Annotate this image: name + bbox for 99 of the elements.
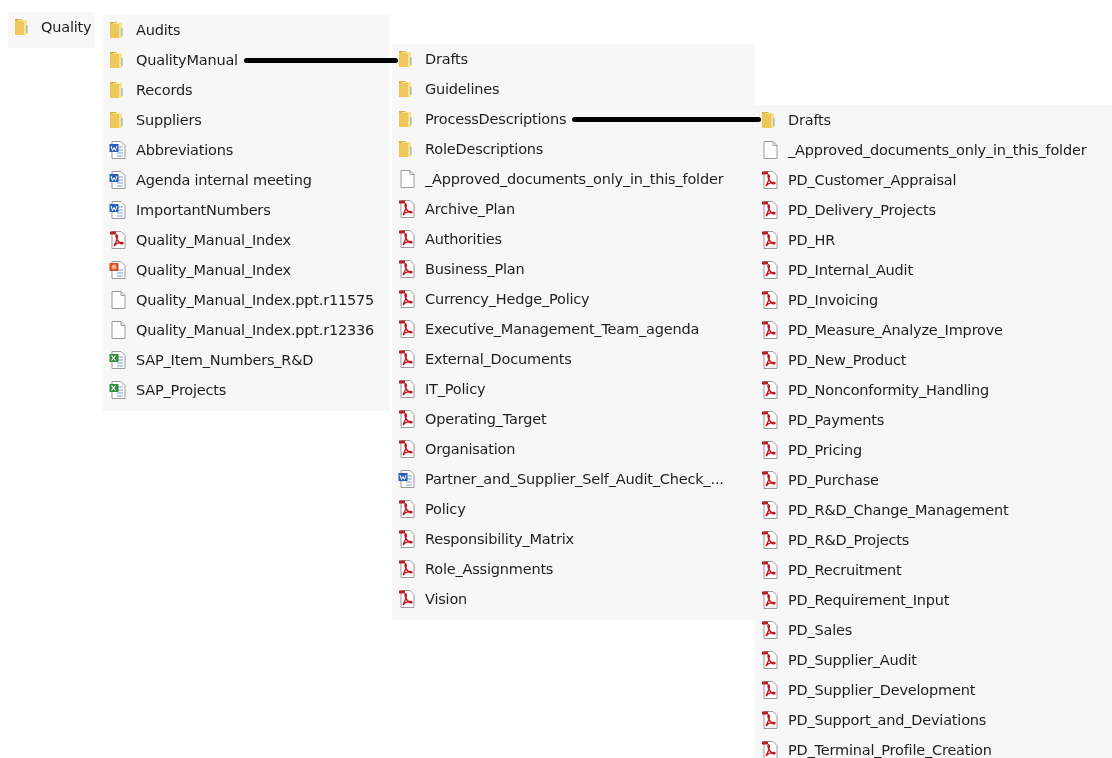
- pdf-icon: [760, 410, 780, 430]
- file-name[interactable]: Currency_Hedge_Policy: [425, 291, 590, 307]
- file-name[interactable]: PD_Terminal_Profile_Creation: [788, 742, 992, 758]
- folder-name[interactable]: ProcessDescriptions: [425, 111, 567, 127]
- pdf-icon: [760, 170, 780, 190]
- file-name[interactable]: PD_Recruitment: [788, 562, 902, 578]
- file-name[interactable]: SAP_Projects: [136, 382, 227, 398]
- file-name[interactable]: Policy: [425, 501, 466, 517]
- file-name[interactable]: _Approved_documents_only_in_this_folder: [788, 142, 1087, 158]
- folder-name[interactable]: Drafts: [425, 51, 468, 67]
- pdf-icon: [760, 650, 780, 670]
- pdf-icon: [397, 379, 417, 399]
- pdf-icon: [397, 349, 417, 369]
- file-name[interactable]: Quality_Manual_Index: [136, 262, 291, 278]
- pdf-icon: [760, 320, 780, 340]
- pdf-icon: [760, 560, 780, 580]
- file-name[interactable]: Role_Assignments: [425, 561, 554, 577]
- file-name[interactable]: PD_Pricing: [788, 442, 863, 458]
- file-name[interactable]: Operating_Target: [425, 411, 547, 427]
- spreadsheet-icon: [108, 380, 128, 400]
- pdf-icon: [760, 680, 780, 700]
- file-name[interactable]: SAP_Item_Numbers_R&D: [136, 352, 314, 368]
- pdf-icon: [760, 470, 780, 490]
- file-name[interactable]: PD_Measure_Analyze_Improve: [788, 322, 1003, 338]
- file-name[interactable]: PD_Sales: [788, 622, 853, 638]
- blank-file-icon: [397, 169, 417, 189]
- pdf-icon: [760, 290, 780, 310]
- pdf-icon: [397, 199, 417, 219]
- file-name[interactable]: PD_HR: [788, 232, 836, 248]
- spreadsheet-icon: [108, 350, 128, 370]
- file-name[interactable]: Responsibility_Matrix: [425, 531, 574, 547]
- blank-file-icon: [108, 320, 128, 340]
- file-name[interactable]: PD_Delivery_Projects: [788, 202, 936, 218]
- pdf-icon: [397, 409, 417, 429]
- file-name[interactable]: PD_Payments: [788, 412, 884, 428]
- pdf-icon: [397, 439, 417, 459]
- file-name[interactable]: PD_Invoicing: [788, 292, 879, 308]
- file-name[interactable]: IT_Policy: [425, 381, 486, 397]
- file-name[interactable]: PD_New_Product: [788, 352, 907, 368]
- file-name[interactable]: Agenda internal meeting: [136, 172, 312, 188]
- pdf-icon: [760, 710, 780, 730]
- pdf-icon: [397, 259, 417, 279]
- word-document-icon: [108, 140, 128, 160]
- blank-file-icon: [108, 290, 128, 310]
- pdf-icon: [760, 380, 780, 400]
- file-name[interactable]: PD_Requirement_Input: [788, 592, 950, 608]
- file-name[interactable]: PD_Customer_Appraisal: [788, 172, 957, 188]
- pdf-icon: [397, 229, 417, 249]
- file-name[interactable]: _Approved_documents_only_in_this_folder: [425, 171, 724, 187]
- pdf-icon: [397, 559, 417, 579]
- file-name[interactable]: Quality_Manual_Index.ppt.r11575: [136, 292, 375, 308]
- folder-name[interactable]: Drafts: [788, 112, 831, 128]
- pdf-icon: [397, 589, 417, 609]
- folder-name[interactable]: QualityManual: [136, 52, 238, 68]
- pdf-icon: [397, 499, 417, 519]
- pdf-icon: [760, 590, 780, 610]
- file-name[interactable]: External_Documents: [425, 351, 572, 367]
- file-name[interactable]: PD_Nonconformity_Handling: [788, 382, 990, 398]
- pdf-icon: [760, 620, 780, 640]
- pdf-icon: [760, 530, 780, 550]
- file-name[interactable]: Executive_Management_Team_agenda: [425, 321, 700, 337]
- blank-file-icon: [760, 140, 780, 160]
- folder-name[interactable]: Guidelines: [425, 81, 500, 97]
- file-name[interactable]: Quality_Manual_Index: [136, 232, 291, 248]
- word-document-icon: [108, 200, 128, 220]
- file-name[interactable]: PD_R&D_Change_Management: [788, 502, 1009, 518]
- pdf-icon: [760, 500, 780, 520]
- file-name[interactable]: Organisation: [425, 441, 516, 457]
- file-name[interactable]: Authorities: [425, 231, 502, 247]
- file-name[interactable]: PD_Supplier_Audit: [788, 652, 917, 668]
- file-name[interactable]: Partner_and_Supplier_Self_Audit_Check_...: [425, 471, 724, 487]
- folder-name[interactable]: RoleDescriptions: [425, 141, 544, 157]
- file-name[interactable]: Business_Plan: [425, 261, 525, 277]
- file-name[interactable]: PD_Support_and_Deviations: [788, 712, 987, 728]
- word-document-icon: [108, 170, 128, 190]
- folder-name[interactable]: Audits: [136, 22, 181, 38]
- pdf-icon: [397, 529, 417, 549]
- file-name[interactable]: Quality_Manual_Index.ppt.r12336: [136, 322, 375, 338]
- pdf-icon: [760, 200, 780, 220]
- folder-name[interactable]: Quality: [41, 19, 92, 35]
- file-name[interactable]: PD_R&D_Projects: [788, 532, 910, 548]
- file-name[interactable]: PD_Purchase: [788, 472, 879, 488]
- file-name[interactable]: Vision: [425, 591, 468, 607]
- presentation-icon: [108, 260, 128, 280]
- file-name[interactable]: PD_Internal_Audit: [788, 262, 913, 278]
- file-name[interactable]: Archive_Plan: [425, 201, 515, 217]
- pdf-icon: [108, 230, 128, 250]
- folder-name[interactable]: Suppliers: [136, 112, 202, 128]
- pdf-icon: [760, 440, 780, 460]
- pdf-icon: [760, 260, 780, 280]
- pdf-icon: [760, 350, 780, 370]
- word-document-icon: [397, 469, 417, 489]
- folder-name[interactable]: Records: [136, 82, 193, 98]
- pdf-icon: [397, 289, 417, 309]
- pdf-icon: [760, 230, 780, 250]
- pdf-icon: [397, 319, 417, 339]
- file-name[interactable]: ImportantNumbers: [136, 202, 271, 218]
- file-name[interactable]: PD_Supplier_Development: [788, 682, 976, 698]
- file-name[interactable]: Abbreviations: [136, 142, 234, 158]
